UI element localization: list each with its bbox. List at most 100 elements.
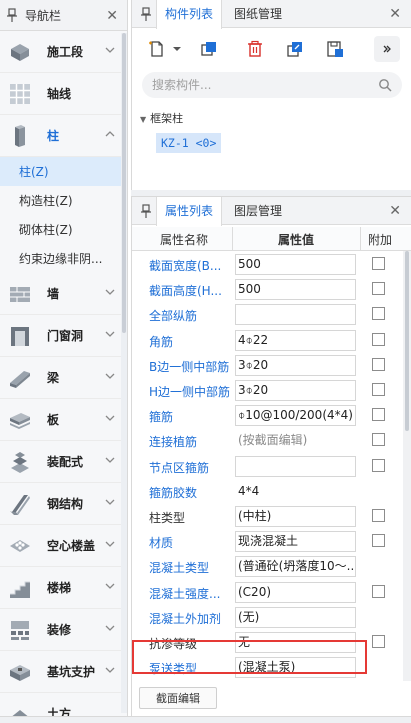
nav-item-steel-structure[interactable]: 钢结构	[0, 483, 127, 525]
property-value-field[interactable]: 4⌽22	[235, 329, 356, 351]
close-icon[interactable]: ✕	[106, 8, 118, 24]
attach-checkbox[interactable]	[372, 383, 385, 396]
nav-item-hollow-floor[interactable]: 空心楼盖	[0, 525, 127, 567]
attach-checkbox[interactable]	[372, 458, 385, 472]
more-tools-button[interactable]	[374, 36, 400, 62]
property-row[interactable]: 混凝土外加剂 (无)	[132, 605, 402, 630]
attach-checkbox[interactable]	[372, 257, 385, 270]
nav-item-door-window[interactable]: 门窗洞	[0, 315, 127, 357]
search-input[interactable]	[142, 72, 362, 98]
nav-item-prefab[interactable]: 装配式	[0, 441, 127, 483]
pin-icon[interactable]	[141, 7, 151, 21]
property-value-field[interactable]: (普通砼(坍落度10～...	[235, 556, 356, 578]
save-template-button[interactable]	[322, 36, 348, 62]
property-value-field[interactable]	[235, 455, 356, 477]
tab-layer-management[interactable]: 图层管理	[234, 197, 282, 225]
component-item-kz1[interactable]: KZ-1 <0>	[156, 133, 222, 153]
property-row[interactable]: 截面高度(H... 500	[132, 277, 402, 302]
property-row[interactable]: 材质 现浇混凝土	[132, 529, 402, 554]
attach-checkbox[interactable]	[372, 584, 385, 598]
property-value-field[interactable]: (中柱)	[235, 506, 356, 527]
triangle-down-icon[interactable]: ▼	[140, 115, 146, 124]
attach-checkbox[interactable]	[372, 408, 385, 422]
nav-item-wall[interactable]: 墙	[0, 273, 127, 315]
stairs-icon	[10, 581, 30, 598]
search-icon[interactable]	[378, 78, 392, 92]
nav-subitem-constraint-edge[interactable]: 约束边缘非阴...	[0, 244, 127, 273]
nav-subitem-masonry-column[interactable]: 砌体柱(Z)	[0, 215, 127, 244]
property-row[interactable]: 截面宽度(B... 500	[132, 252, 402, 277]
attach-checkbox[interactable]	[372, 433, 385, 447]
nav-item-label: 施工段	[47, 45, 84, 59]
tree-group-label: 框架柱	[150, 112, 184, 125]
new-component-button[interactable]	[144, 36, 170, 62]
property-row[interactable]: 连接植筋 (按截面编辑)	[132, 428, 402, 453]
component-search[interactable]	[142, 72, 402, 98]
attach-checkbox[interactable]	[372, 635, 385, 648]
property-row[interactable]: 箍筋胶数 4*4	[132, 479, 402, 504]
tab-drawing-management[interactable]: 图纸管理	[234, 0, 282, 28]
property-value-field[interactable]: 500	[235, 279, 356, 301]
slab-icon	[10, 413, 30, 429]
door-window-icon	[11, 327, 29, 346]
property-row[interactable]: 节点区箍筋	[132, 454, 402, 479]
layer-copy-button[interactable]	[282, 36, 308, 62]
property-value-field[interactable]: 500	[235, 254, 356, 275]
property-row[interactable]: 柱类型 (中柱)	[132, 504, 402, 529]
property-scrollbar[interactable]	[403, 251, 411, 681]
property-value-field[interactable]: 现浇混凝土	[235, 531, 356, 553]
nav-item-pit-support[interactable]: 基坑支护	[0, 651, 127, 693]
nav-subitem-column-z[interactable]: 柱(Z)	[0, 157, 127, 186]
nav-item-decoration[interactable]: 装修	[0, 609, 127, 651]
property-row[interactable]: 角筋 4⌽22	[132, 328, 402, 353]
attach-checkbox[interactable]	[372, 307, 385, 321]
property-name: 箍筋胶数	[149, 485, 198, 500]
property-value-field[interactable]: 3⌽20	[235, 380, 356, 401]
property-row[interactable]: B边一侧中部筋 3⌽20	[132, 353, 402, 378]
tab-property-list[interactable]: 属性列表	[156, 197, 223, 226]
property-value-field[interactable]: 4*4	[235, 480, 356, 502]
attach-checkbox[interactable]	[372, 332, 385, 346]
scrollbar-thumb[interactable]	[405, 251, 409, 431]
tab-component-list[interactable]: 构件列表	[156, 0, 223, 29]
property-row[interactable]: 箍筋 ⌽10@100/200(4*4)	[132, 403, 402, 428]
property-row[interactable]: 混凝土强度... (C20)	[132, 580, 402, 605]
nav-item-earthwork[interactable]: 土方	[0, 693, 127, 716]
property-value-field[interactable]: 3⌽20	[235, 354, 356, 376]
tree-group-frame-column[interactable]: ▼ 框架柱	[140, 110, 183, 126]
pin-icon[interactable]	[7, 8, 17, 22]
pin-icon[interactable]	[141, 204, 151, 218]
scrollbar-thumb[interactable]	[122, 33, 126, 333]
copy-component-button[interactable]	[196, 36, 222, 62]
nav-item-label: 空心楼盖	[47, 539, 96, 553]
nav-subitem-construction-column[interactable]: 构造柱(Z)	[0, 186, 127, 215]
delete-component-button[interactable]	[242, 36, 268, 62]
col-header-value: 属性值	[278, 233, 315, 247]
nav-item-column[interactable]: 柱	[0, 115, 127, 157]
attach-checkbox[interactable]	[372, 282, 385, 296]
attach-checkbox[interactable]	[372, 509, 385, 522]
new-dropdown-button[interactable]	[170, 36, 184, 62]
nav-item-beam[interactable]: 梁	[0, 357, 127, 399]
nav-item-slab[interactable]: 板	[0, 399, 127, 441]
property-value-field[interactable]	[235, 304, 356, 326]
nav-title: 导航栏	[25, 8, 62, 23]
nav-item-stairs[interactable]: 楼梯	[0, 567, 127, 609]
nav-item-axis[interactable]: 轴线	[0, 73, 127, 115]
attach-checkbox[interactable]	[372, 534, 385, 548]
property-row[interactable]: 混凝土类型 (普通砼(坍落度10～...	[132, 554, 402, 579]
property-row[interactable]: 全部纵筋	[132, 302, 402, 327]
property-value-field[interactable]: ⌽10@100/200(4*4)	[235, 405, 356, 427]
section-edit-button[interactable]: 截面编辑	[139, 687, 217, 709]
close-icon[interactable]: ✕	[389, 6, 401, 22]
attach-checkbox[interactable]	[372, 357, 385, 371]
nav-scrollbar[interactable]	[121, 33, 127, 713]
property-value-field[interactable]: (无)	[235, 606, 356, 628]
nav-item-construction-segment[interactable]: 施工段	[0, 31, 127, 73]
nav-item-label: 墙	[47, 287, 60, 301]
property-value-field[interactable]: (按截面编辑)	[235, 430, 356, 452]
property-value-field[interactable]: (C20)	[235, 581, 356, 603]
property-list-panel: 属性列表 图层管理 ✕ 属性名称 属性值 附加 截面宽度(B... 500 截面高度…	[131, 196, 411, 716]
close-icon[interactable]: ✕	[389, 203, 401, 219]
property-row[interactable]: H边一侧中部筋 3⌽20	[132, 378, 402, 403]
